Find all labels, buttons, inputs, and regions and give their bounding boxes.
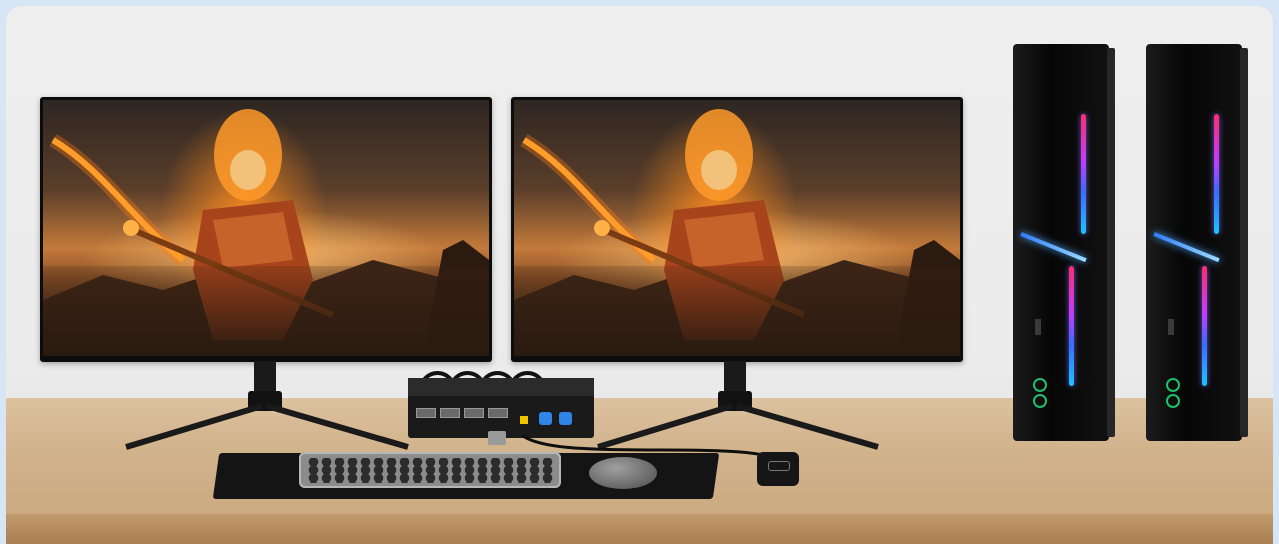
kvm-top-panel [408,378,594,396]
usb-plug [488,431,506,445]
keyboard [299,452,561,488]
audio-port [1033,394,1047,408]
left-monitor [40,97,492,362]
rgb-strip-upper [1081,114,1086,234]
tower-side-panel [1107,48,1115,437]
rgb-strip-upper [1214,114,1219,234]
left-pc-tower [1013,44,1115,441]
desert-ground [514,266,960,356]
rgb-strip-lower [1069,266,1074,386]
photo-frame [0,0,1279,544]
rgb-strip-diagonal [1020,232,1087,263]
left-monitor-screen [43,100,489,356]
usb-port-1 [416,408,436,418]
remote-button [768,461,790,471]
desk-edge [6,514,1273,544]
switch-button-2 [559,412,572,425]
left-monitor-stand [125,361,409,450]
keyboard-keys [307,458,553,483]
kvm-switch [408,378,594,438]
indicator-led [520,416,528,424]
usb-port-3 [464,408,484,418]
desert-ground [43,266,489,356]
right-monitor-screen [514,100,960,356]
product-scene [6,6,1273,544]
right-monitor [511,97,963,362]
mouse [589,457,657,489]
power-button [1168,319,1174,335]
tower-side-panel [1240,48,1248,437]
usb-port-2 [440,408,460,418]
power-button [1035,319,1041,335]
rgb-strip-lower [1202,266,1207,386]
usb-port-4 [488,408,508,418]
switch-button-1 [539,412,552,425]
audio-port [1033,378,1047,392]
wired-remote [757,452,799,486]
right-pc-tower [1146,44,1248,441]
rgb-strip-diagonal [1153,232,1220,263]
audio-port [1166,394,1180,408]
audio-port [1166,378,1180,392]
